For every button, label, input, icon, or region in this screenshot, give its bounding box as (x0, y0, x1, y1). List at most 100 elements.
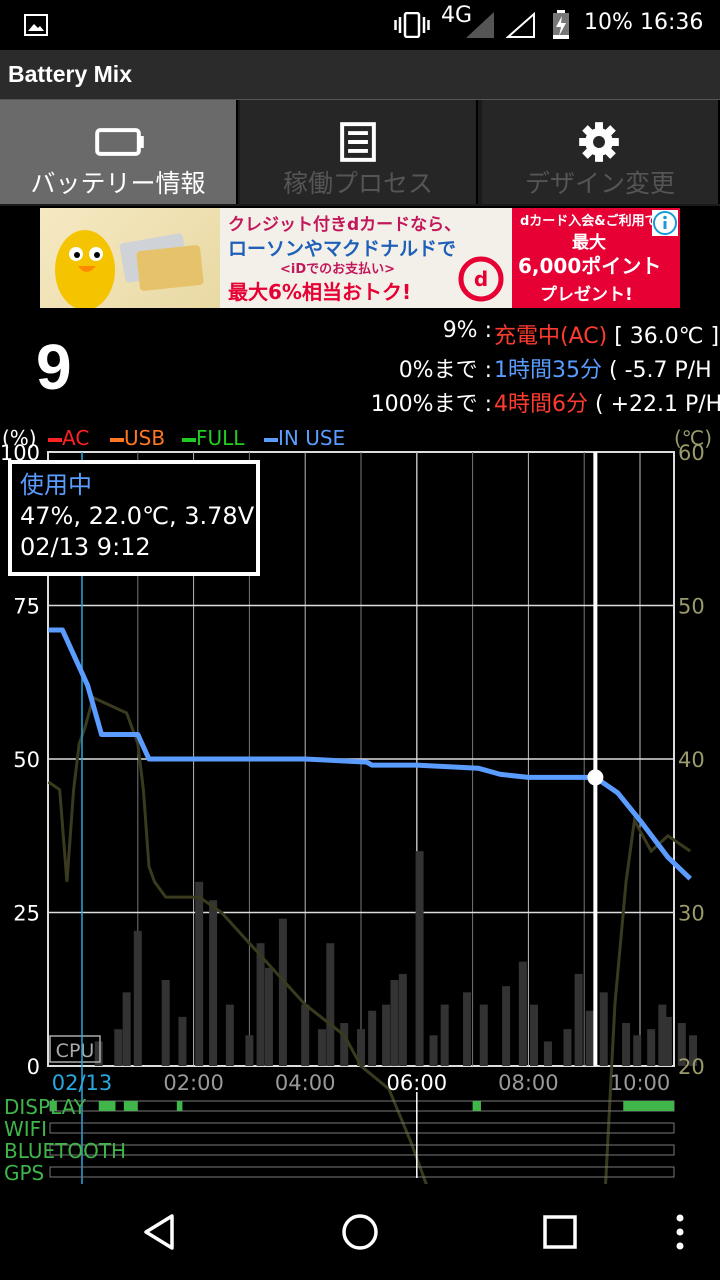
x-axis-tick: 04:00 (275, 1071, 336, 1095)
usage-row-label: DISPLAY (4, 1095, 87, 1119)
ad-text: ローソンやマクドナルドで (228, 238, 457, 260)
tab-design[interactable]: デザイン変更 (482, 100, 720, 204)
summary-status: 1時間35分 ( -5.7 P/H ) (494, 352, 720, 384)
cpu-bar (317, 1029, 326, 1066)
tooltip-values: 47%, 22.0℃, 3.78V (20, 502, 255, 530)
cpu-bar (440, 1004, 449, 1066)
cpu-bar (256, 943, 265, 1066)
x-axis-tick: 06:00 (387, 1071, 448, 1095)
cpu-bar (161, 980, 170, 1066)
cpu-bar (195, 881, 204, 1066)
list-icon (340, 122, 376, 162)
signal-empty-icon (506, 12, 535, 38)
summary-status: 4時間6分 ( +22.1 P/H ) (494, 386, 720, 418)
usage-segment (98, 1101, 116, 1111)
cpu-bar (585, 1010, 594, 1066)
cpu-bar (529, 1004, 538, 1066)
gallery-icon (24, 14, 48, 36)
cpu-bar (463, 992, 472, 1066)
usage-row-label: BLUETOOTH (4, 1139, 126, 1163)
y-axis-right-tick: 40 (678, 748, 705, 772)
battery-icon (95, 128, 144, 156)
y-axis-left-tick: 75 (13, 595, 40, 619)
cpu-bar (390, 980, 399, 1066)
cpu-bar (114, 1029, 123, 1066)
cpu-bar (178, 1016, 187, 1066)
ad-text: 最大6%相当おトク! (228, 280, 412, 304)
cpu-bar (264, 967, 273, 1066)
y-axis-right-tick: 30 (678, 902, 705, 926)
cpu-bar (563, 1029, 572, 1066)
cpu-bar (209, 900, 218, 1066)
cpu-label: CPU (56, 1040, 95, 1062)
cpu-bar (663, 1016, 672, 1066)
y-axis-left-tick: 25 (13, 902, 40, 926)
cpu-bar (479, 1004, 488, 1066)
ad-banner[interactable]: クレジット付きdカードなら、 ローソンやマクドナルドで <iDでのお支払い> 最… (40, 208, 680, 308)
status-battery-percent: 10% (584, 10, 633, 35)
y-axis-right-tick: 60 (678, 441, 705, 465)
battery-level-big: 9 (36, 331, 72, 403)
time-to-full: 4時間6分 (494, 392, 588, 417)
vibrate-icon (394, 12, 430, 38)
ad-text: 6,000ポイント (518, 254, 662, 278)
y-axis-right-tick: 20 (678, 1055, 705, 1079)
cpu-bar (326, 943, 335, 1066)
usage-segment (176, 1101, 183, 1111)
summary-label: 0%まで : (398, 358, 492, 383)
tab-label: デザイン変更 (524, 169, 675, 198)
battery-charging-icon (553, 10, 569, 39)
recents-icon[interactable] (542, 1214, 578, 1250)
overflow-menu-icon[interactable] (670, 1212, 690, 1252)
tab-label: 稼働プロセス (282, 169, 433, 198)
usage-row-track (49, 1122, 675, 1134)
x-axis-tick: 08:00 (498, 1071, 559, 1095)
selection-point (587, 769, 604, 786)
app-title: Battery Mix (8, 61, 132, 87)
signal-icon (466, 12, 494, 38)
tab-processes[interactable]: 稼働プロセス (240, 100, 478, 204)
ad-text: プレゼント! (540, 285, 633, 305)
navigation-bar (0, 1184, 720, 1280)
tab-bar: バッテリー情報 稼働プロセス デザイン変更 (0, 100, 720, 206)
ad-mascot-image (40, 208, 220, 308)
usage-segment (123, 1101, 138, 1111)
summary-status: 充電中(AC) [ 36.0℃ ] (494, 318, 719, 350)
usage-row-track (49, 1144, 675, 1156)
cpu-bar (518, 961, 527, 1066)
cpu-bar (382, 1004, 391, 1066)
x-axis-tick: 02/13 (52, 1071, 113, 1095)
info-icon[interactable] (652, 210, 678, 236)
cpu-bar (502, 986, 511, 1066)
svg-text:d: d (474, 267, 488, 291)
back-icon[interactable] (140, 1212, 180, 1252)
cpu-bar (429, 1035, 438, 1066)
time-to-empty: 1時間35分 (494, 358, 602, 383)
tooltip-state: 使用中 (20, 471, 92, 499)
cpu-bar (543, 1041, 552, 1066)
usage-segment (472, 1101, 481, 1111)
cpu-bar (133, 930, 142, 1066)
usage-row-label: WIFI (4, 1117, 47, 1141)
summary-label: 9% : (442, 318, 492, 343)
usage-row-track (49, 1100, 675, 1112)
usage-segment (623, 1101, 674, 1111)
usage-row-track (49, 1166, 675, 1178)
cpu-bar (245, 1035, 254, 1066)
y-axis-right-tick: 50 (678, 595, 705, 619)
battery-temperature: [ 36.0℃ ] (614, 324, 720, 349)
cpu-bar (647, 1029, 656, 1066)
tab-battery-info[interactable]: バッテリー情報 (0, 100, 238, 204)
cpu-bar (225, 1004, 234, 1066)
status-time: 16:36 (640, 10, 704, 35)
home-icon[interactable] (340, 1212, 380, 1252)
cpu-bar (301, 1004, 310, 1066)
cpu-bar (633, 1035, 642, 1066)
cpu-bar (574, 973, 583, 1066)
title-bar: Battery Mix (0, 50, 720, 100)
cpu-bar (622, 1023, 631, 1066)
docomo-d-logo: d (458, 256, 504, 302)
cpu-bar (122, 992, 131, 1066)
tooltip-datetime: 02/13 9:12 (20, 533, 151, 561)
ad-text: dカード入会&ご利用で (520, 214, 658, 229)
